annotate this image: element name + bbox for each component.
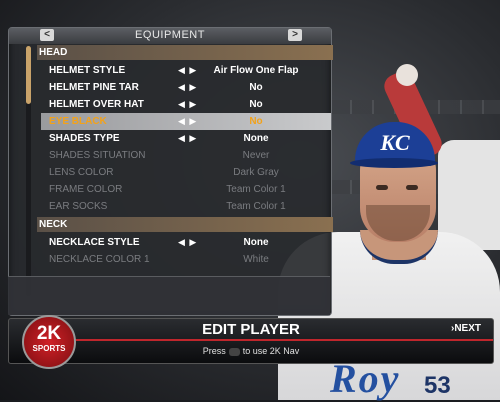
left-right-arrows-icon[interactable]: ◀ ▶	[178, 113, 197, 130]
jersey-number: 53	[424, 372, 451, 399]
option-value: No	[249, 82, 263, 93]
option-value: Team Color 1	[226, 184, 286, 195]
option-label: EYE BLACK	[49, 116, 107, 127]
left-right-arrows-icon[interactable]: ◀ ▶	[178, 234, 197, 251]
option-row-eye-black[interactable]: EYE BLACK ◀ ▶ No	[41, 113, 331, 130]
cap-logo: KC	[380, 130, 410, 155]
option-value: Never	[242, 150, 270, 161]
nav-hint: Press to use 2K Nav	[9, 346, 493, 356]
prev-category-button[interactable]: <	[40, 29, 54, 41]
option-row-ear-socks: EAR SOCKS Team Color 1	[41, 198, 331, 215]
player-eye-right	[406, 185, 418, 190]
option-label: EAR SOCKS	[49, 201, 108, 212]
option-row-frame-color: FRAME COLOR Team Color 1	[41, 181, 331, 198]
baseball-in-hand	[396, 64, 418, 86]
option-row-shades-situation: SHADES SITUATION Never	[41, 147, 331, 164]
option-value: No	[249, 99, 263, 110]
controller-button-icon	[228, 347, 240, 356]
option-label: HELMET STYLE	[49, 65, 126, 76]
nav-hint-suffix: to use 2K Nav	[242, 346, 300, 356]
option-value: None	[243, 237, 269, 248]
logo-2k-text: 2K	[36, 323, 62, 344]
option-value: Air Flow One Flap	[213, 65, 299, 76]
option-label: NECKLACE STYLE	[49, 237, 140, 248]
nav-hint-prefix: Press	[202, 346, 226, 356]
option-label: SHADES SITUATION	[49, 150, 146, 161]
option-value: White	[243, 254, 269, 265]
section-head: HEAD	[37, 45, 333, 60]
logo-sports-text: SPORTS	[32, 344, 66, 353]
2k-sports-logo: 2K SPORTS	[22, 315, 76, 369]
scrollbar[interactable]	[26, 46, 31, 296]
option-value: Team Color 1	[226, 201, 286, 212]
player-eye-left	[376, 185, 388, 190]
option-label: HELMET OVER HAT	[49, 99, 144, 110]
left-right-arrows-icon[interactable]: ◀ ▶	[178, 79, 197, 96]
panel-footer	[8, 276, 330, 315]
option-row-helmet-pine-tar[interactable]: HELMET PINE TAR ◀ ▶ No	[41, 79, 331, 96]
next-category-button[interactable]: >	[288, 29, 302, 41]
option-value: None	[243, 133, 269, 144]
next-button[interactable]: ›NEXT	[451, 323, 481, 334]
option-value: No	[249, 116, 263, 127]
edit-player-bar: EDIT PLAYER Press to use 2K Nav ›NEXT	[8, 318, 494, 364]
option-label: HELMET PINE TAR	[49, 82, 139, 93]
option-row-lens-color: LENS COLOR Dark Gray	[41, 164, 331, 181]
option-row-shades-type[interactable]: SHADES TYPE ◀ ▶ None	[41, 130, 331, 147]
panel-title: EQUIPMENT	[135, 29, 205, 41]
option-row-helmet-over-hat[interactable]: HELMET OVER HAT ◀ ▶ No	[41, 96, 331, 113]
left-right-arrows-icon[interactable]: ◀ ▶	[178, 130, 197, 147]
option-label: FRAME COLOR	[49, 184, 123, 195]
scrollbar-thumb[interactable]	[26, 46, 31, 104]
accent-divider	[69, 339, 493, 341]
option-label: NECKLACE COLOR 1	[49, 254, 150, 265]
option-label: LENS COLOR	[49, 167, 114, 178]
equipment-panel: EQUIPMENT < > HEAD HELMET STYLE ◀ ▶ Air …	[8, 27, 333, 316]
panel-header: EQUIPMENT < >	[9, 28, 331, 44]
section-neck: NECK	[37, 217, 333, 232]
option-value: Dark Gray	[233, 167, 279, 178]
option-row-helmet-style[interactable]: HELMET STYLE ◀ ▶ Air Flow One Flap	[41, 62, 331, 79]
screen-title: EDIT PLAYER	[202, 321, 300, 338]
option-row-necklace-color-1: NECKLACE COLOR 1 White	[41, 251, 331, 268]
left-right-arrows-icon[interactable]: ◀ ▶	[178, 62, 197, 79]
option-label: SHADES TYPE	[49, 133, 120, 144]
option-row-necklace-style[interactable]: NECKLACE STYLE ◀ ▶ None	[41, 234, 331, 251]
left-right-arrows-icon[interactable]: ◀ ▶	[178, 96, 197, 113]
player-cap-bill	[350, 158, 438, 168]
